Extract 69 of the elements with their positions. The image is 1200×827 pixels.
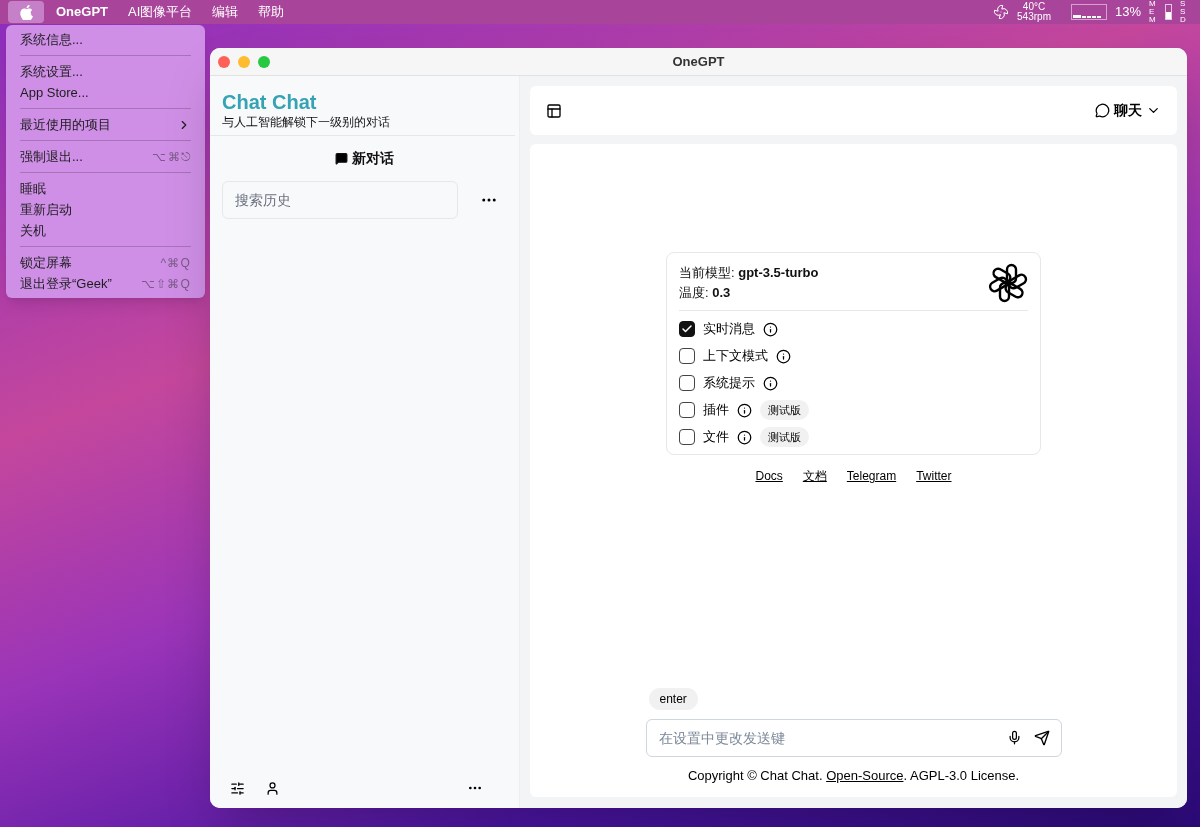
menu-item[interactable]: 强制退出... ⌥⌘⎋: [11, 146, 200, 167]
footer-link[interactable]: Twitter: [916, 467, 952, 485]
checkbox[interactable]: [679, 321, 695, 337]
cpu-percent: 13%: [1114, 3, 1141, 22]
memory-meter: [1165, 4, 1172, 20]
info-icon[interactable]: [737, 429, 752, 445]
cpu-graph[interactable]: [1070, 4, 1107, 20]
beta-tag: 测试版: [760, 426, 809, 448]
menu-bar-item[interactable]: AI图像平台: [120, 2, 201, 22]
menu-item[interactable]: 重新启动: [11, 199, 200, 220]
checkbox[interactable]: [679, 348, 695, 364]
option-label: 系统提示: [703, 374, 755, 393]
info-icon[interactable]: [776, 348, 791, 364]
speech-bubble-icon: [1095, 103, 1110, 118]
info-icon[interactable]: [737, 402, 752, 418]
temperature-info: 温度: 0.3: [679, 284, 732, 302]
menu-item[interactable]: 系统信息...: [11, 29, 200, 50]
layout-icon[interactable]: [546, 102, 562, 119]
shortcut-hint: ^⌘Q: [160, 254, 191, 272]
memory-label: MEM: [1149, 0, 1157, 24]
checkbox[interactable]: [679, 375, 695, 391]
close-button[interactable]: [218, 55, 230, 68]
new-chat-button[interactable]: 新对话: [335, 148, 394, 169]
menu-item[interactable]: 退出登录“Geek” ⌥⇧⌘Q: [11, 273, 200, 294]
disk-label: SSD: [1180, 0, 1187, 24]
microphone-icon[interactable]: [1006, 730, 1022, 745]
info-icon[interactable]: [763, 321, 778, 337]
send-icon[interactable]: [1033, 729, 1050, 746]
shortcut-hint: ⌥⇧⌘Q: [140, 275, 191, 293]
message-input[interactable]: 在设置中更改发送键: [645, 718, 1062, 757]
menu-item[interactable]: 关机: [11, 220, 200, 241]
checkbox[interactable]: [679, 429, 695, 445]
shortcut-hint: ⌥⌘⎋: [152, 148, 191, 166]
search-field[interactable]: 搜索历史: [222, 181, 458, 219]
model-info: 当前模型: gpt-3.5-turbo: [679, 264, 819, 282]
user-icon[interactable]: [265, 780, 280, 796]
brand-tagline: 与人工智能解锁下一级别的对话: [222, 114, 391, 130]
temperature-reading: 40°C: [1022, 2, 1046, 12]
copyright-text: Copyright © Chat Chat. Open-Source. AGPL-3.0 License.: [686, 766, 1021, 785]
apple-menu-button[interactable]: [8, 1, 44, 23]
send-key-hint: enter: [648, 687, 698, 710]
option-label: 文件: [703, 428, 729, 447]
info-icon[interactable]: [763, 375, 778, 391]
speech-bubble-icon: [335, 152, 348, 165]
check-icon: [681, 323, 693, 335]
menu-item[interactable]: 锁定屏幕 ^⌘Q: [11, 252, 200, 273]
footer-link[interactable]: Docs: [755, 467, 783, 485]
fan-icon[interactable]: [993, 4, 1010, 20]
menu-item[interactable]: App Store...: [11, 82, 200, 103]
menu-bar-item[interactable]: 帮助: [250, 2, 293, 22]
mode-dropdown[interactable]: 聊天: [1095, 100, 1161, 121]
brand-title: Chat Chat: [222, 90, 318, 114]
window-title: OneGPT: [671, 52, 726, 71]
checkbox[interactable]: [679, 402, 695, 418]
apple-logo-icon: [19, 4, 33, 20]
beta-tag: 测试版: [760, 399, 809, 421]
option-label: 实时消息: [703, 320, 755, 339]
menu-item[interactable]: 最近使用的项目: [11, 114, 200, 135]
knot-logo-icon: [988, 263, 1028, 303]
option-label: 插件: [703, 401, 729, 420]
sliders-icon[interactable]: [230, 780, 245, 796]
menu-item[interactable]: 睡眠: [11, 178, 200, 199]
menu-item[interactable]: 系统设置...: [11, 61, 200, 82]
menu-bar-item[interactable]: OneGPT: [48, 2, 116, 22]
option-label: 上下文模式: [703, 347, 768, 366]
menu-bar-item[interactable]: 编辑: [204, 2, 247, 22]
footer-link[interactable]: Telegram: [846, 467, 897, 485]
footer-link[interactable]: 文档: [802, 467, 827, 485]
fan-speed-reading: 543rpm: [1017, 12, 1051, 22]
